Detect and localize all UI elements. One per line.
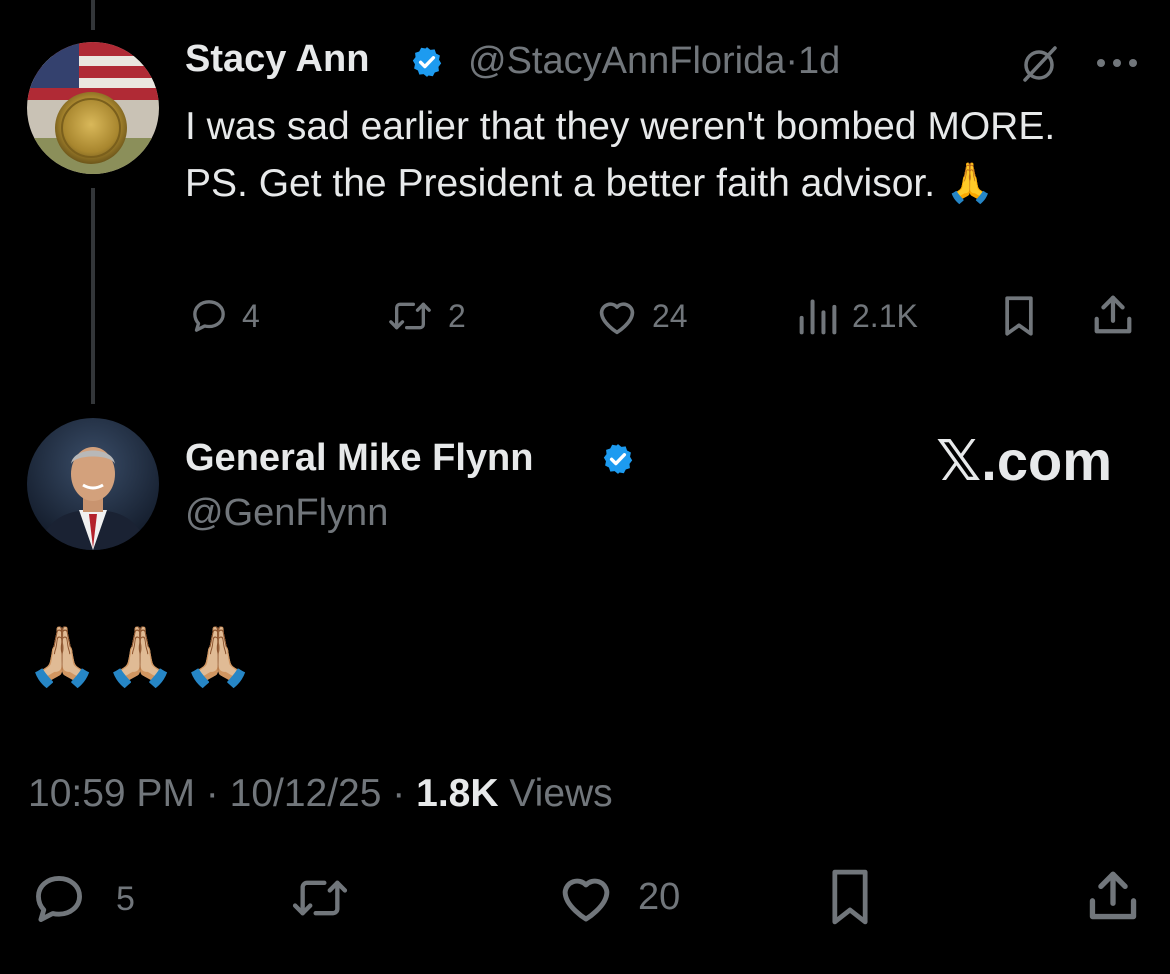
separator-dot: ·	[392, 772, 406, 815]
thread-line-top	[91, 0, 95, 30]
share-icon[interactable]	[1084, 866, 1142, 926]
separator-dot: ·	[205, 772, 219, 815]
views-label: Views	[509, 772, 613, 815]
thread-line-bottom	[91, 188, 95, 404]
main-author-name[interactable]: General Mike Flynn	[185, 437, 533, 480]
reply-count: 4	[242, 297, 260, 334]
stacy-ann-avatar[interactable]	[27, 42, 159, 174]
reply-icon	[36, 876, 82, 922]
parent-handle[interactable]: @StacyAnnFlorida	[468, 40, 785, 82]
bookmark-icon[interactable]	[824, 866, 876, 928]
main-tweet-text: 🙏🏼🙏🏼🙏🏼	[26, 622, 261, 692]
like-count: 20	[638, 875, 681, 918]
grok-icon[interactable]	[1017, 44, 1061, 84]
reply-button[interactable]: 5	[28, 870, 135, 928]
heart-icon	[599, 302, 635, 335]
reply-count: 5	[116, 879, 135, 918]
parent-tweet-text: I was sad earlier that they weren't bomb…	[185, 105, 1056, 205]
tweet-date[interactable]: 10/12/25	[230, 772, 382, 815]
views-button[interactable]: 2.1K	[796, 296, 918, 336]
verified-badge-icon	[412, 47, 442, 77]
repost-icon	[389, 302, 431, 330]
more-options-icon[interactable]	[1094, 56, 1140, 70]
x-com-watermark: 𝕏.com	[936, 429, 1112, 492]
share-icon[interactable]	[1090, 292, 1136, 338]
reply-button[interactable]: 4	[188, 296, 260, 336]
views-count: 2.1K	[852, 297, 918, 334]
analytics-icon	[799, 299, 837, 335]
verified-badge-icon	[603, 444, 633, 474]
tweet-meta: 10:59 PM · 10/12/25 · 1.8K Views	[28, 772, 613, 816]
main-tweet-emoji: 🙏🏼🙏🏼🙏🏼	[26, 624, 261, 689]
views-count: 1.8K	[416, 772, 499, 815]
separator-dot: ·	[785, 40, 799, 82]
repost-button[interactable]: 2	[384, 296, 466, 336]
repost-count: 2	[448, 297, 466, 334]
heart-icon	[562, 878, 610, 922]
main-handle[interactable]: @GenFlynn	[185, 492, 388, 535]
like-button[interactable]: 24	[594, 296, 688, 336]
parent-age[interactable]: 1d	[798, 40, 840, 82]
parent-author-name[interactable]: Stacy Ann	[185, 38, 369, 81]
tweet-time[interactable]: 10:59 PM	[28, 772, 195, 815]
reply-icon	[193, 300, 225, 332]
bookmark-icon[interactable]	[998, 294, 1040, 338]
like-button[interactable]: 20	[556, 870, 680, 924]
gen-flynn-avatar[interactable]	[27, 418, 159, 550]
parent-handle-line: @StacyAnnFlorida·1d	[468, 40, 840, 83]
like-count: 24	[652, 297, 688, 334]
repost-icon[interactable]	[286, 872, 354, 924]
